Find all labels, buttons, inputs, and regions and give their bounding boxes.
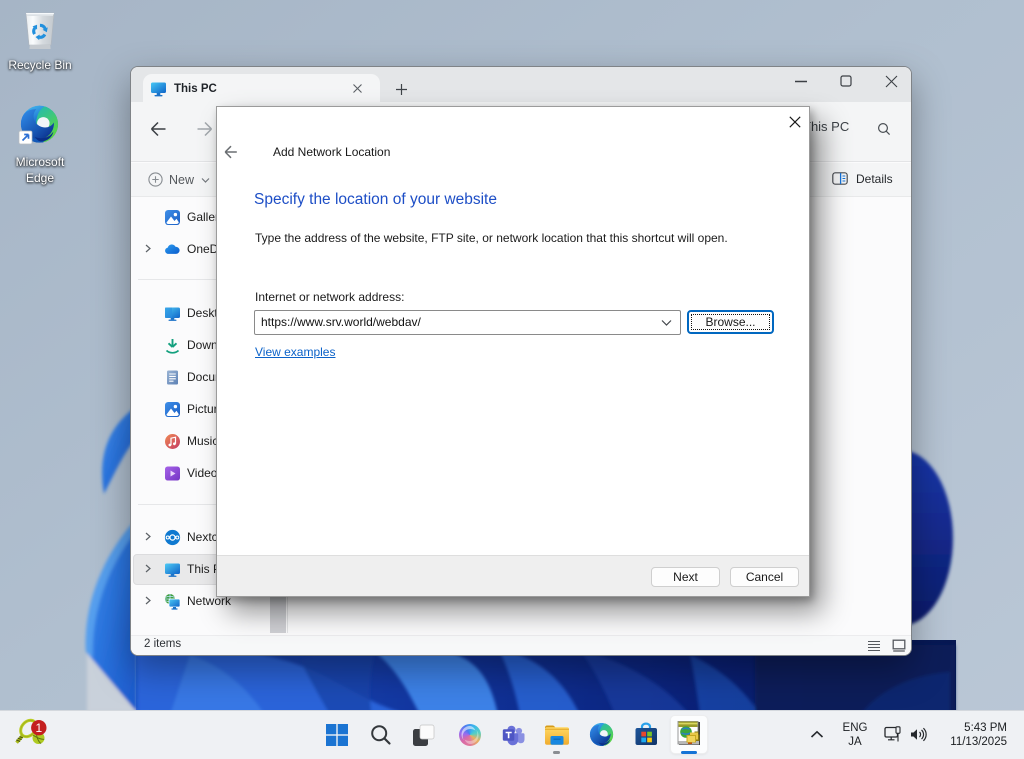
- svg-text:1: 1: [35, 721, 42, 735]
